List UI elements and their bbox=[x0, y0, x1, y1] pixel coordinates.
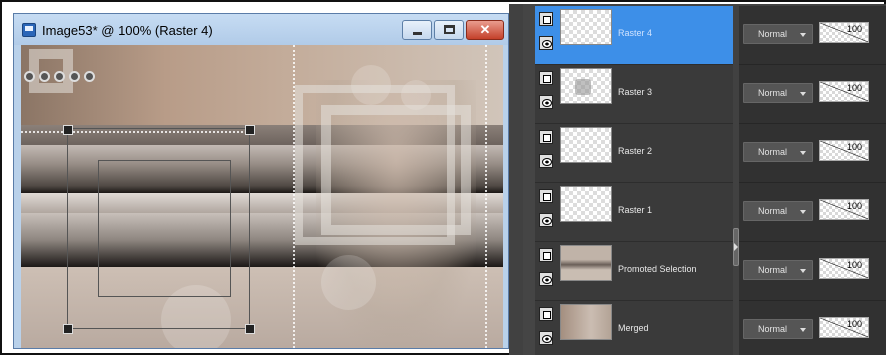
opacity-field[interactable]: 100 bbox=[819, 81, 869, 102]
layer-props-row: Normal 100 bbox=[739, 6, 886, 65]
canvas-bokeh bbox=[321, 255, 376, 310]
chevron-down-icon bbox=[800, 151, 806, 155]
canvas-dot-row bbox=[24, 69, 99, 87]
image-window-titlebar[interactable]: Image53* @ 100% (Raster 4) ✕ bbox=[14, 14, 508, 45]
layer-row-raster-4[interactable]: Raster 4 bbox=[535, 6, 733, 65]
layer-name: Promoted Selection bbox=[618, 264, 697, 274]
blend-mode-dropdown[interactable]: Normal bbox=[743, 83, 813, 103]
transform-handle[interactable] bbox=[63, 125, 73, 135]
opacity-field[interactable]: 100 bbox=[819, 22, 869, 43]
visibility-eye-icon[interactable] bbox=[539, 213, 553, 227]
layer-name: Merged bbox=[618, 323, 649, 333]
blend-mode-dropdown[interactable]: Normal bbox=[743, 319, 813, 339]
image-window-title: Image53* @ 100% (Raster 4) bbox=[42, 23, 213, 38]
chevron-down-icon bbox=[800, 33, 806, 37]
inner-frame-rect bbox=[98, 160, 231, 297]
image-window: Image53* @ 100% (Raster 4) ✕ bbox=[13, 13, 509, 349]
layer-type-icon[interactable] bbox=[539, 189, 553, 203]
layer-type-icon[interactable] bbox=[539, 307, 553, 321]
layer-props-row: Normal 100 bbox=[739, 301, 886, 355]
blend-mode-dropdown[interactable]: Normal bbox=[743, 142, 813, 162]
layer-name: Raster 1 bbox=[618, 205, 653, 215]
layer-props-row: Normal 100 bbox=[739, 242, 886, 301]
blend-mode-dropdown[interactable]: Normal bbox=[743, 201, 813, 221]
transform-handle[interactable] bbox=[245, 324, 255, 334]
layer-name: Raster 2 bbox=[618, 146, 653, 156]
layer-type-icon[interactable] bbox=[539, 130, 553, 144]
layer-row-merged[interactable]: Merged bbox=[535, 301, 733, 355]
chevron-down-icon bbox=[800, 92, 806, 96]
opacity-value: 100 bbox=[846, 83, 862, 93]
blend-mode-value: Normal bbox=[758, 88, 788, 98]
layer-row-raster-2[interactable]: Raster 2 bbox=[535, 124, 733, 183]
layer-props-row: Normal 100 bbox=[739, 183, 886, 242]
opacity-field[interactable]: 100 bbox=[819, 199, 869, 220]
blend-mode-value: Normal bbox=[758, 147, 788, 157]
blend-mode-value: Normal bbox=[758, 29, 788, 39]
layer-properties-column: Normal 100 Normal 100 Normal 100 Normal … bbox=[739, 6, 886, 355]
canvas-dotted-line bbox=[485, 45, 487, 348]
opacity-field[interactable]: 100 bbox=[819, 140, 869, 161]
screenshot-frame: Image53* @ 100% (Raster 4) ✕ Raster 4 Ra… bbox=[0, 0, 886, 355]
canvas-frame-square bbox=[295, 85, 455, 245]
layer-thumbnail bbox=[560, 304, 612, 340]
maximize-button[interactable] bbox=[434, 20, 464, 40]
chevron-down-icon bbox=[800, 328, 806, 332]
opacity-field[interactable]: 100 bbox=[819, 258, 869, 279]
visibility-eye-icon[interactable] bbox=[539, 272, 553, 286]
layer-row-promoted-selection[interactable]: Promoted Selection bbox=[535, 242, 733, 301]
opacity-field[interactable]: 100 bbox=[819, 317, 869, 338]
chevron-down-icon bbox=[800, 269, 806, 273]
image-document-icon bbox=[22, 23, 36, 37]
transform-handle[interactable] bbox=[63, 324, 73, 334]
opacity-value: 100 bbox=[846, 142, 862, 152]
blend-mode-dropdown[interactable]: Normal bbox=[743, 260, 813, 280]
opacity-value: 100 bbox=[846, 260, 862, 270]
visibility-eye-icon[interactable] bbox=[539, 331, 553, 345]
chevron-down-icon bbox=[800, 210, 806, 214]
opacity-value: 100 bbox=[846, 201, 862, 211]
layer-thumbnail bbox=[560, 186, 612, 222]
maximize-icon bbox=[444, 25, 455, 34]
minimize-button[interactable] bbox=[402, 20, 432, 40]
layer-props-row: Normal 100 bbox=[739, 65, 886, 124]
layer-thumbnail bbox=[560, 9, 612, 45]
visibility-eye-icon[interactable] bbox=[539, 95, 553, 109]
transform-handle[interactable] bbox=[245, 125, 255, 135]
opacity-value: 100 bbox=[846, 319, 862, 329]
layer-name: Raster 3 bbox=[618, 87, 653, 97]
layer-name: Raster 4 bbox=[618, 28, 653, 38]
layers-palette: Raster 4 Raster 3 Raster 2 Raster 1 Prom… bbox=[509, 4, 886, 355]
blend-mode-value: Normal bbox=[758, 206, 788, 216]
layer-list: Raster 4 Raster 3 Raster 2 Raster 1 Prom… bbox=[535, 6, 733, 355]
layer-thumbnail bbox=[560, 68, 612, 104]
layer-type-icon[interactable] bbox=[539, 248, 553, 262]
palette-edge bbox=[523, 4, 535, 355]
opacity-value: 100 bbox=[846, 24, 862, 34]
layer-row-raster-3[interactable]: Raster 3 bbox=[535, 65, 733, 124]
canvas-dotted-line bbox=[293, 45, 295, 348]
visibility-eye-icon[interactable] bbox=[539, 154, 553, 168]
layer-thumbnail bbox=[560, 245, 612, 281]
close-icon: ✕ bbox=[479, 22, 491, 37]
layer-props-row: Normal 100 bbox=[739, 124, 886, 183]
image-canvas[interactable] bbox=[21, 45, 503, 348]
blend-mode-value: Normal bbox=[758, 324, 788, 334]
layer-type-icon[interactable] bbox=[539, 12, 553, 26]
visibility-eye-icon[interactable] bbox=[539, 36, 553, 50]
blend-mode-dropdown[interactable]: Normal bbox=[743, 24, 813, 44]
close-button[interactable]: ✕ bbox=[466, 20, 504, 40]
blend-mode-value: Normal bbox=[758, 265, 788, 275]
layer-thumbnail bbox=[560, 127, 612, 163]
minimize-icon bbox=[413, 32, 422, 35]
layer-type-icon[interactable] bbox=[539, 71, 553, 85]
layer-row-raster-1[interactable]: Raster 1 bbox=[535, 183, 733, 242]
